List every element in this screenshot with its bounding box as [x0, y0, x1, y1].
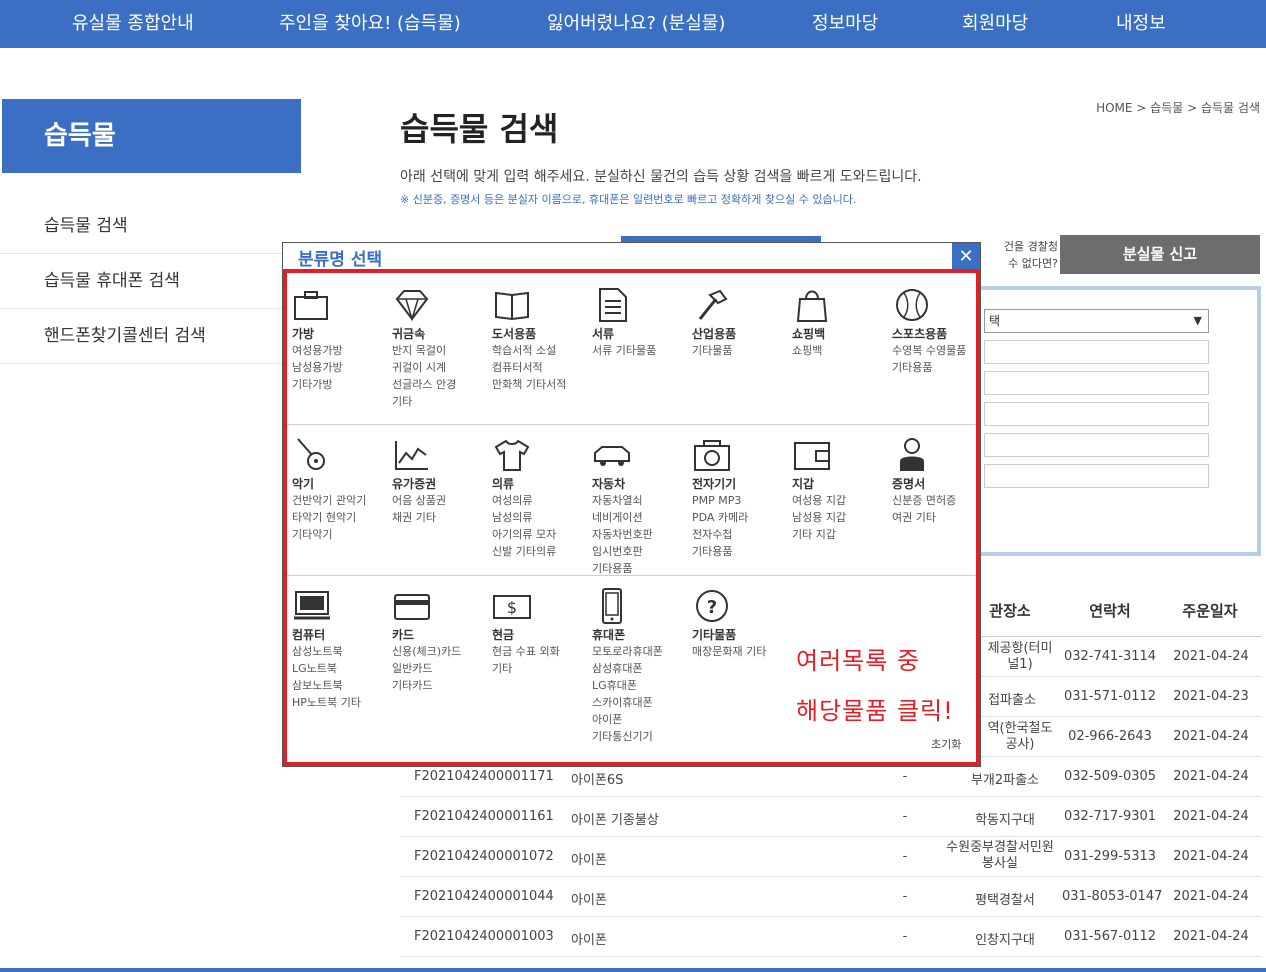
category-card[interactable]: 카드 신용(체크)카드 일반카드 기타카드 — [392, 588, 492, 694]
table-header-divider — [980, 636, 1261, 637]
row-divider — [400, 796, 1261, 797]
category-wallet[interactable]: 지갑 여성용 지갑 남성용 지갑 기타 지갑 — [792, 437, 892, 543]
cash-icon: $ — [493, 595, 531, 619]
row-divider — [400, 836, 1261, 837]
close-icon[interactable]: ✕ — [952, 243, 980, 271]
document-icon — [599, 288, 627, 322]
column-header-date: 주운일자 — [1182, 602, 1238, 620]
bag-icon — [294, 291, 328, 320]
svg-text:$: $ — [507, 598, 517, 617]
hammer-icon — [698, 289, 728, 320]
category-phone[interactable]: 휴대폰 모토로라휴대폰 삼성휴대폰 LG휴대폰 스카이휴대폰 아이폰 기타통신기… — [592, 588, 692, 745]
reset-button[interactable]: 초기화 — [931, 736, 961, 752]
lost-report-button[interactable]: 분실물 신고 — [1060, 235, 1260, 274]
footer-bar — [0, 968, 1266, 972]
row-divider — [400, 876, 1261, 877]
report-help-text: 건을 경찰청 수 없다면? — [1003, 240, 1058, 270]
category-books[interactable]: 도서용품 학습서적 소설 컴퓨터서적 만화책 기타서적 — [492, 287, 592, 393]
category-electronics[interactable]: 전자기기 PMP MP3 PDA 카메라 전자수첩 기타용품 — [692, 437, 792, 560]
nav-found-items[interactable]: 주인을 찾아요! (습득물) — [279, 0, 461, 48]
category-cash[interactable]: $ 현금 현금 수표 외화 기타 — [492, 588, 592, 677]
page-title: 습득물 검색 — [400, 110, 559, 148]
camera-icon — [694, 440, 730, 471]
question-icon: ? — [696, 590, 728, 622]
column-header-phone: 연락처 — [1089, 602, 1131, 620]
nav-info[interactable]: 정보마당 — [812, 0, 878, 48]
nav-my-info[interactable]: 내정보 — [1116, 0, 1166, 48]
wallet-icon — [794, 442, 830, 470]
nav-members[interactable]: 회원마당 — [962, 0, 1028, 48]
person-id-icon — [900, 438, 924, 471]
category-certificate[interactable]: 증명서 신분증 면허증 여권 기타 — [892, 437, 992, 526]
category-bag[interactable]: 가방 여성용가방 남성용가방 기타가방 — [292, 287, 392, 393]
modal-title: 분류명 선택 — [298, 250, 383, 270]
category-modal: 분류명 선택 ✕ 가방 여성용가방 남성용가방 기타가방 귀금속 반지 목걸이 … — [282, 242, 981, 767]
category-jewelry[interactable]: 귀금속 반지 목걸이 귀걸이 시계 선글라스 안경 기타 — [392, 287, 492, 410]
category-industrial[interactable]: 산업용품 기타물품 — [692, 287, 792, 359]
car-icon — [594, 446, 630, 466]
chart-icon — [395, 441, 428, 470]
shirt-icon — [494, 439, 530, 471]
guitar-icon — [297, 438, 325, 470]
category-select[interactable]: 택 ▼ — [984, 309, 1209, 333]
search-field-1[interactable] — [984, 340, 1209, 364]
row-divider — [287, 424, 976, 425]
nav-lost-items[interactable]: 잃어버렸나요? (분실물) — [547, 0, 725, 48]
notice-text: ※ 신분증, 증명서 등은 분실자 이름으로, 휴대폰은 일련번호로 빠르고 정… — [400, 193, 857, 206]
category-other[interactable]: ? 기타물품 매장문화재 기타 — [692, 588, 792, 660]
sidebar-title: 습득물 — [2, 99, 301, 173]
svg-text:?: ? — [707, 597, 717, 618]
intro-text: 아래 선택에 맞게 입력 해주세요. 분실하신 물건의 습득 상황 검색을 빠르… — [400, 169, 922, 185]
category-sports[interactable]: 스포츠용품 수영복 수영물품 기타용품 — [892, 287, 992, 376]
search-field-3[interactable] — [984, 402, 1209, 426]
category-car[interactable]: 자동차 자동차열쇠 네비게이션 자동차번호판 임시번호판 기타용품 — [592, 437, 692, 577]
card-icon — [394, 594, 430, 620]
category-shopping-bag[interactable]: 쇼핑백 쇼핑백 — [792, 287, 892, 359]
category-instruments[interactable]: 악기 건반악기 관악기 타악기 현악기 기타악기 — [292, 437, 392, 543]
shopping-bag-icon — [796, 290, 828, 322]
laptop-icon — [294, 591, 330, 620]
breadcrumb: HOME > 습득물 > 습득물 검색 — [1096, 101, 1260, 115]
search-field-5[interactable] — [984, 464, 1209, 488]
book-icon — [495, 291, 529, 321]
category-clothing[interactable]: 의류 여성의류 남성의류 아기의류 모자 신발 기타의류 — [492, 437, 592, 560]
chevron-down-icon: ▼ — [1193, 314, 1202, 327]
nav-lost-info[interactable]: 유실물 종합안내 — [72, 0, 194, 48]
row-divider — [400, 956, 1261, 957]
hint-text-line2: 해당물품 클릭! — [796, 697, 954, 725]
category-securities[interactable]: 유가증권 어음 상품권 채권 기타 — [392, 437, 492, 526]
hint-text-line1: 여러목록 중 — [796, 647, 921, 675]
row-divider — [400, 916, 1261, 917]
diamond-icon — [395, 290, 429, 322]
baseball-icon — [896, 289, 928, 321]
phone-icon — [602, 588, 622, 624]
top-navigation: 유실물 종합안내 주인을 찾아요! (습득물) 잃어버렸나요? (분실물) 정보… — [0, 0, 1266, 48]
search-field-4[interactable] — [984, 433, 1209, 457]
category-computer[interactable]: 컴퓨터 삼성노트북 LG노트북 삼보노트북 HP노트북 기타 — [292, 588, 392, 711]
category-documents[interactable]: 서류 서류 기타물품 — [592, 287, 692, 359]
search-field-2[interactable] — [984, 371, 1209, 395]
column-header-place: 관장소 — [989, 602, 1031, 620]
